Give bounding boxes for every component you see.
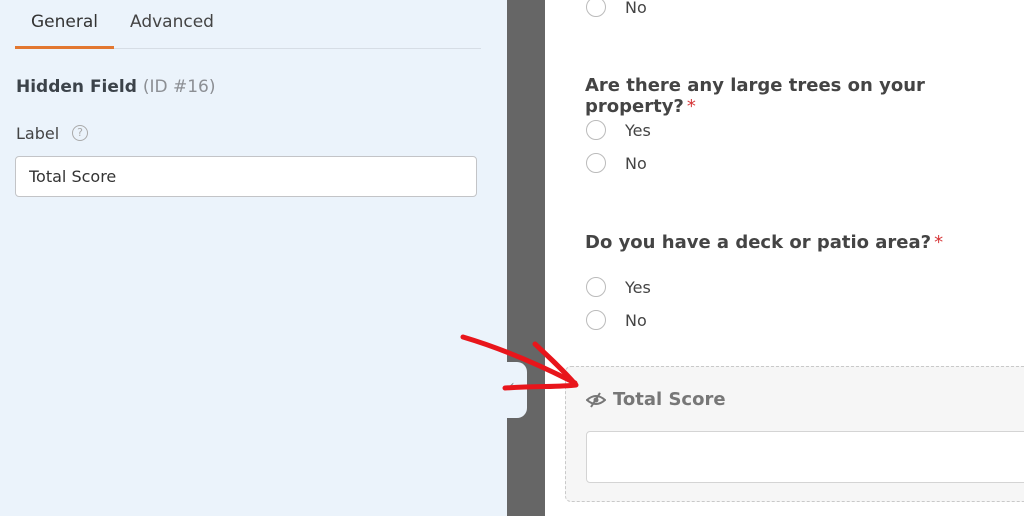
hidden-field-input[interactable]: [586, 431, 1024, 483]
option-label: No: [625, 310, 647, 330]
label-caption: Label: [16, 124, 60, 143]
eye-slash-icon: [586, 391, 606, 408]
panel-tabs: General Advanced: [15, 0, 481, 49]
radio-option[interactable]: Yes: [586, 119, 651, 141]
radio-option[interactable]: No: [586, 309, 647, 331]
radio-option[interactable]: No: [586, 0, 647, 18]
radio-button[interactable]: [586, 153, 606, 173]
radio-option[interactable]: No: [586, 152, 647, 174]
label-input[interactable]: [15, 156, 477, 197]
chevron-left-icon: ‹: [509, 378, 515, 394]
collapse-panel-button[interactable]: ‹: [507, 362, 527, 418]
required-marker: *: [934, 232, 944, 253]
hidden-field-label: Total Score: [613, 389, 726, 410]
radio-button[interactable]: [586, 0, 606, 17]
hidden-field-preview[interactable]: Total Score: [565, 366, 1024, 502]
tab-advanced[interactable]: Advanced: [130, 12, 214, 32]
question-title: Are there any large trees on your proper…: [585, 75, 1024, 117]
radio-button[interactable]: [586, 277, 606, 297]
hidden-field-title: Total Score: [586, 389, 726, 410]
field-options-panel: General Advanced Hidden Field (ID #16) L…: [0, 0, 507, 516]
active-tab-indicator: [15, 46, 114, 49]
option-label: No: [625, 153, 647, 173]
question-text: Are there any large trees on your proper…: [585, 75, 925, 117]
panel-divider: [507, 0, 545, 516]
form-preview: No Are there any large trees on your pro…: [545, 0, 1024, 516]
question-title: Do you have a deck or patio area? *: [585, 232, 943, 253]
option-label: Yes: [625, 120, 651, 140]
radio-button[interactable]: [586, 120, 606, 140]
required-marker: *: [686, 96, 696, 117]
option-label: No: [625, 0, 647, 17]
field-id: (ID #16): [142, 77, 216, 97]
radio-button[interactable]: [586, 310, 606, 330]
help-icon[interactable]: ?: [72, 125, 88, 141]
radio-option[interactable]: Yes: [586, 276, 651, 298]
tab-general[interactable]: General: [31, 12, 98, 32]
option-label: Yes: [625, 277, 651, 297]
field-title: Hidden Field (ID #16): [16, 77, 216, 97]
field-type: Hidden Field: [16, 77, 137, 97]
question-text: Do you have a deck or patio area?: [585, 232, 932, 253]
